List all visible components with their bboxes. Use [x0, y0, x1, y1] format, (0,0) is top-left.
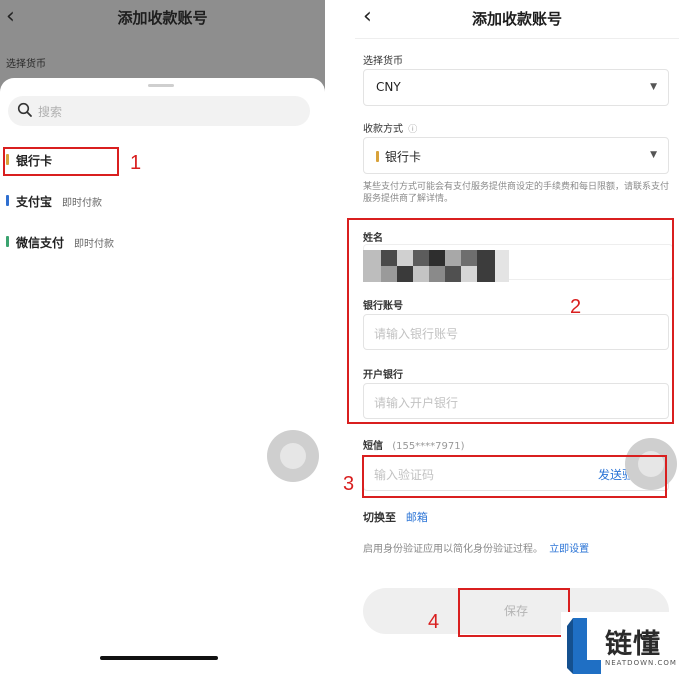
left-header: ‹ 添加收款账号 [0, 0, 325, 36]
option-marker [6, 195, 9, 206]
switch-to-email-link[interactable]: 邮箱 [406, 511, 428, 524]
currency-label: 选择货币 [363, 56, 403, 67]
left-screen: ‹ 添加收款账号 选择货币 搜索 银行卡 支付宝 即时付款 微信支付 即时付款 … [0, 0, 325, 681]
option-label: 支付宝 [16, 195, 53, 209]
watermark-l-icon [567, 618, 601, 674]
chevron-down-icon: ▼ [650, 82, 657, 92]
method-select[interactable]: 银行卡 ▼ [363, 137, 669, 174]
method-marker [376, 151, 379, 162]
watermark-brand: 链懂 [605, 629, 661, 660]
home-indicator[interactable] [100, 656, 218, 660]
annotation-box-4 [458, 588, 570, 637]
sms-label: 短信 [363, 441, 383, 452]
currency-select[interactable]: CNY ▼ [363, 69, 669, 106]
header-divider [355, 38, 679, 39]
annotation-label-3: 3 [343, 473, 355, 495]
option-tag: 即时付款 [62, 198, 102, 209]
watermark-logo: 链懂 NEATDOWN.COM [561, 612, 679, 681]
chevron-down-icon: ▼ [650, 150, 657, 160]
annotation-box-2 [347, 218, 674, 424]
method-note: 某些支付方式可能会有支付服务提供商设定的手续费和每日限额，请联系支付服务提供商了… [363, 182, 670, 204]
setup-now-link[interactable]: 立即设置 [549, 544, 589, 555]
currency-value: CNY [376, 80, 401, 94]
search-icon [17, 102, 33, 122]
option-label: 微信支付 [16, 236, 65, 250]
method-label-row: 收款方式 ⓘ [363, 120, 417, 135]
method-value: 银行卡 [385, 150, 422, 164]
info-icon[interactable]: ⓘ [408, 125, 417, 135]
page-title: 添加收款账号 [117, 9, 208, 27]
sheet-grabber[interactable] [148, 84, 174, 87]
annotation-box-3 [362, 455, 667, 498]
search-placeholder: 搜索 [38, 105, 63, 119]
currency-label: 选择货币 [6, 59, 46, 70]
auth-text: 启用身份验证应用以简化身份验证过程。 [363, 544, 543, 555]
option-marker [6, 236, 9, 247]
page-title: 添加收款账号 [471, 10, 562, 28]
masked-phone: (155****7971) [392, 441, 465, 452]
search-input[interactable]: 搜索 [8, 96, 310, 126]
option-tag: 即时付款 [74, 239, 114, 250]
option-alipay[interactable]: 支付宝 即时付款 [6, 190, 146, 212]
assistive-touch-button[interactable] [267, 430, 319, 482]
annotation-label-1: 1 [130, 152, 142, 174]
auth-row: 启用身份验证应用以简化身份验证过程。 立即设置 [363, 540, 589, 555]
method-label: 收款方式 [363, 124, 403, 135]
switch-row: 切换至 邮箱 [363, 509, 428, 525]
annotation-label-2: 2 [570, 296, 582, 318]
watermark-domain: NEATDOWN.COM [605, 659, 677, 667]
sms-label-row: 短信 (155****7971) [363, 437, 465, 452]
switch-prefix: 切换至 [363, 511, 396, 524]
option-wechat-pay[interactable]: 微信支付 即时付款 [6, 231, 156, 253]
annotation-box-1 [3, 147, 119, 176]
annotation-label-4: 4 [428, 611, 440, 633]
